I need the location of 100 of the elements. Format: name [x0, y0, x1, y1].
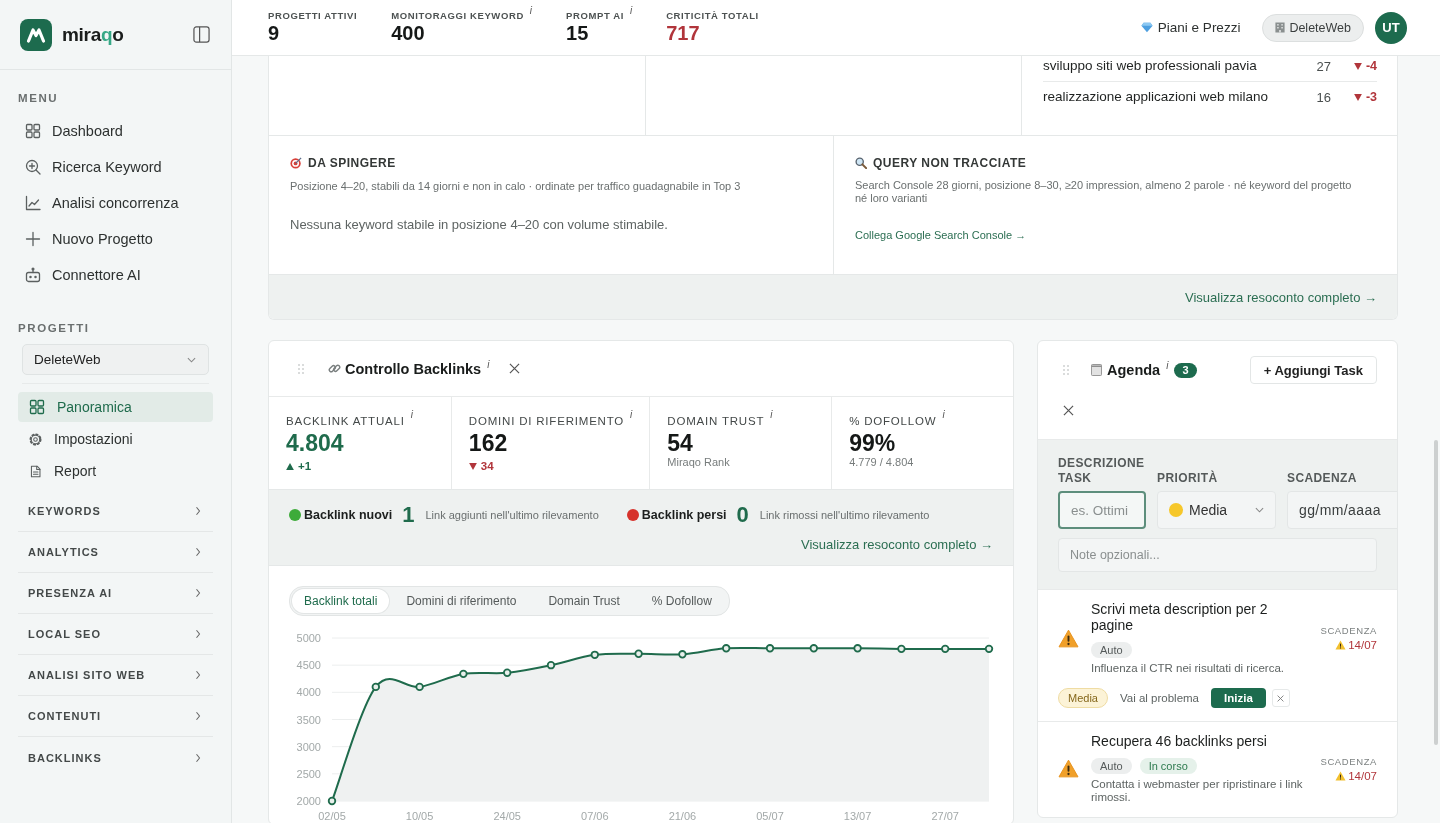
info-marker[interactable]: i	[770, 410, 773, 420]
y-axis-label: 5000	[296, 632, 321, 644]
chevron-down-icon	[1255, 507, 1264, 513]
link-icon	[328, 362, 341, 375]
metric-note: 4.779 / 4.804	[849, 456, 915, 469]
nav-item[interactable]: Connettore AI	[18, 257, 213, 293]
close-icon[interactable]	[509, 363, 521, 374]
search-icon	[855, 157, 867, 169]
target-icon	[290, 157, 302, 169]
workspace-button[interactable]: DeleteWeb	[1262, 13, 1364, 42]
metric-label: DOMAIN TRUST	[667, 414, 765, 428]
close-icon[interactable]	[1063, 405, 1074, 416]
document-icon	[29, 464, 42, 478]
x-axis-label: 07/06	[581, 810, 609, 822]
field-label: DESCRIZIONE TASK	[1058, 456, 1146, 486]
nav-item[interactable]: Analisi concorrenza	[18, 185, 213, 221]
start-button[interactable]: Inizia	[1211, 688, 1266, 708]
data-point	[459, 669, 468, 679]
change-label: Backlink nuovi	[304, 508, 393, 522]
metric-value: 99%	[849, 430, 897, 456]
priority-dot-icon	[1169, 503, 1183, 517]
gear-icon	[29, 432, 42, 446]
task-description: Influenza il CTR nei risultati di ricerca.	[1091, 662, 1285, 675]
data-point	[503, 668, 512, 677]
data-point	[765, 644, 775, 653]
nav-item[interactable]: Nuovo Progetto	[18, 221, 213, 257]
nav-item[interactable]: Ricerca Keyword	[18, 149, 213, 185]
scrollbar-thumb[interactable]	[1434, 440, 1438, 745]
go-to-issue-link[interactable]: Vai al problema	[1119, 692, 1200, 704]
connect-link[interactable]: Collega Google Search Console →	[855, 229, 1027, 241]
metric-value: 162	[468, 430, 509, 456]
stat-label: PROMPT AI	[566, 10, 624, 22]
info-marker[interactable]: i	[942, 410, 945, 420]
data-point	[590, 650, 599, 660]
metric-label: DOMINI DI RIFERIMENTO	[468, 414, 625, 428]
project-select[interactable]: DeleteWeb	[22, 344, 209, 375]
project-nav-item[interactable]: Panoramica	[18, 392, 213, 422]
user-avatar[interactable]: UT	[1375, 11, 1407, 44]
info-marker[interactable]: i	[630, 410, 633, 420]
pricing-link[interactable]: Piani e Prezzi	[1140, 20, 1241, 35]
sidebar-toggle-icon[interactable]	[193, 26, 210, 43]
change-count: 0	[736, 502, 749, 528]
section-toggle[interactable]: KEYWORDS	[18, 491, 213, 532]
drag-handle-icon[interactable]	[1063, 365, 1069, 375]
section-toggle[interactable]: ANALISI SITO WEB	[18, 655, 213, 696]
info-marker[interactable]: i	[1166, 361, 1169, 371]
stat-value: 400	[391, 22, 426, 45]
line-chart-icon	[25, 195, 41, 211]
chart-tab[interactable]: Backlink totali	[292, 589, 390, 613]
info-marker[interactable]: i	[410, 410, 413, 420]
empty-message: Nessuna keyword stabile in posizione 4–20 con volume stimabile.	[290, 216, 669, 234]
change-description: Link aggiunti nell'ultimo rilevamento	[425, 509, 599, 521]
due-label: SCADENZA	[1320, 755, 1377, 767]
x-axis-label: 21/06	[668, 810, 697, 822]
task-tag: Auto	[1091, 642, 1132, 658]
priority-badge: Media	[1058, 688, 1108, 708]
section-toggle[interactable]: BACKLINKS	[18, 737, 213, 778]
info-marker[interactable]: i	[529, 6, 533, 16]
warning-icon	[1058, 759, 1079, 778]
add-task-button[interactable]: + Aggiungi Task	[1249, 356, 1377, 384]
notes-input[interactable]: Note opzionali...	[1058, 538, 1377, 572]
data-point	[415, 682, 424, 692]
project-nav-item[interactable]: Report	[18, 456, 213, 486]
task-tag: Auto	[1091, 758, 1132, 774]
position-change: -4	[1365, 59, 1377, 73]
x-axis-label: 27/07	[931, 810, 959, 822]
building-icon	[1275, 22, 1286, 33]
full-report-link[interactable]: Visualizza resoconto completo →	[801, 536, 993, 554]
grid-icon	[29, 399, 45, 415]
zoom-in-icon	[25, 159, 41, 175]
chart-tab[interactable]: Domain Trust	[533, 589, 635, 613]
section-toggle[interactable]: LOCAL SEO	[18, 614, 213, 655]
section-toggle[interactable]: CONTENUTI	[18, 696, 213, 737]
chart-tab[interactable]: % Dofollow	[636, 589, 727, 613]
y-axis-label: 3000	[296, 740, 321, 753]
y-axis-label: 4000	[296, 686, 321, 699]
metric-label: BACKLINK ATTUALI	[286, 414, 405, 428]
logo-icon	[20, 18, 52, 51]
due-date-input[interactable]: gg/mm/aaaa	[1287, 491, 1397, 529]
stat-label: MONITORAGGI KEYWORD	[391, 10, 524, 22]
section-toggle[interactable]: PRESENZA AI	[18, 573, 213, 614]
plus-icon	[25, 231, 41, 247]
nav-item[interactable]: Dashboard	[18, 113, 213, 149]
dismiss-button[interactable]	[1271, 689, 1290, 707]
drag-handle-icon[interactable]	[298, 363, 304, 374]
metric-note: Miraqo Rank	[667, 456, 731, 469]
priority-select[interactable]: Media	[1157, 491, 1276, 529]
chart-tab[interactable]: Domini di riferimento	[391, 589, 532, 613]
field-label: PRIORITÀ	[1157, 471, 1219, 486]
robot-icon	[25, 267, 41, 283]
keyword-text: sviluppo siti web professionali pavia	[1043, 57, 1258, 75]
full-report-link[interactable]: Visualizza resoconto completo →	[1185, 289, 1377, 305]
section-title: DA SPINGERE	[308, 156, 396, 170]
task-description-input[interactable]: es. Ottimi	[1058, 491, 1146, 529]
y-axis-label: 3500	[296, 713, 321, 726]
change-description: Link rimossi nell'ultimo rilevamento	[759, 509, 930, 521]
info-marker[interactable]: i	[487, 359, 490, 370]
project-nav-item[interactable]: Impostazioni	[18, 424, 213, 454]
section-toggle[interactable]: ANALYTICS	[18, 532, 213, 573]
info-marker[interactable]: i	[629, 6, 633, 16]
